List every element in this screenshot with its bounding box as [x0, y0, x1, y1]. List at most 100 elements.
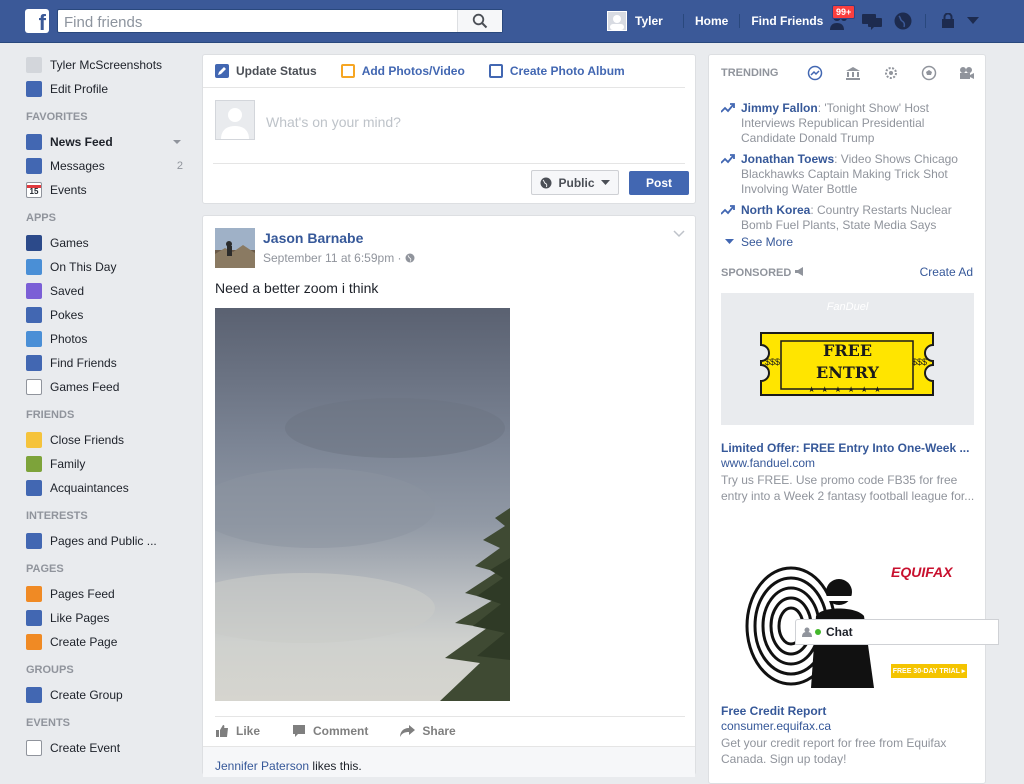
author-avatar[interactable] [215, 228, 255, 268]
sidebar-item-photos[interactable]: Photos [26, 327, 191, 351]
privacy-selector[interactable]: Public [531, 170, 619, 195]
chat-bar[interactable]: Chat [795, 619, 999, 645]
sidebar-item-games[interactable]: Games [26, 231, 191, 255]
sidebar-item-like-pages[interactable]: Like Pages [26, 606, 191, 630]
sidebar-item-saved[interactable]: Saved [26, 279, 191, 303]
comment-button[interactable]: Comment [292, 724, 368, 738]
sidebar-item-tyler-mcscreenshots[interactable]: Tyler McScreenshots [26, 53, 191, 77]
trending-topic: Jimmy Fallon [741, 101, 818, 115]
find-friends-icon [26, 355, 42, 371]
globe-icon[interactable] [893, 11, 913, 31]
ad-description: Get your credit report for free from Equ… [721, 736, 947, 766]
post-button[interactable]: Post [629, 171, 689, 195]
sidebar-item-family[interactable]: Family [26, 452, 191, 476]
trending-arrow-icon [721, 154, 735, 164]
sidebar-item-create-page[interactable]: Create Page [26, 630, 191, 654]
trending-top-tab[interactable] [805, 63, 825, 83]
user-name: Tyler [635, 14, 663, 28]
see-more-label: See More [741, 235, 794, 249]
privacy-lock-icon[interactable] [940, 13, 956, 29]
search-input[interactable] [58, 10, 456, 34]
trending-item[interactable]: North Korea: Country Restarts Nuclear Bo… [721, 203, 977, 233]
sidebar-item-events[interactable]: 15 Events [26, 178, 191, 202]
liker-link[interactable]: Jennifer Paterson [215, 759, 309, 773]
sponsored-heading: SPONSORED [721, 267, 805, 279]
sidebar-item-label: Create Group [50, 688, 123, 702]
status-input[interactable]: What's on your mind? [266, 114, 401, 130]
sidebar-section-heading[interactable]: EVENTS [26, 717, 191, 731]
trending-science-tab[interactable] [881, 63, 901, 83]
ad-url[interactable]: consumer.equifax.ca [721, 719, 831, 733]
sidebar-item-label: Acquaintances [50, 481, 129, 495]
sidebar-section-heading[interactable]: FAVORITES [26, 111, 191, 125]
right-column: TRENDING Jimmy Fallon: 'Tonight Show' Ho… [708, 54, 986, 784]
user-profile-link[interactable]: Tyler [607, 0, 663, 42]
pokes-icon [26, 307, 42, 323]
sidebar-item-acquaintances[interactable]: Acquaintances [26, 476, 191, 500]
photo-icon [340, 64, 355, 78]
sidebar-item-edit-profile[interactable]: Edit Profile [26, 77, 191, 101]
trending-item[interactable]: Jonathan Toews: Video Shows Chicago Blac… [721, 152, 977, 197]
sidebar-item-messages[interactable]: Messages 2 [26, 154, 191, 178]
like-button[interactable]: Like [215, 724, 260, 738]
share-button[interactable]: Share [400, 724, 456, 738]
find-friends-link[interactable]: Find Friends [751, 14, 823, 28]
sidebar-item-create-event[interactable]: Create Event [26, 736, 191, 760]
sidebar-item-on-this-day[interactable]: On This Day [26, 255, 191, 279]
trending-item[interactable]: Jimmy Fallon: 'Tonight Show' Host Interv… [721, 101, 977, 146]
facebook-logo[interactable]: f [25, 9, 49, 35]
see-more-link[interactable]: See More [725, 235, 793, 249]
sidebar-section-heading[interactable]: INTERESTS [26, 510, 191, 524]
home-link[interactable]: Home [695, 14, 728, 28]
sidebar-item-create-group[interactable]: Create Group [26, 683, 191, 707]
sidebar-section-heading[interactable]: PAGES [26, 563, 191, 577]
post-author[interactable]: Jason Barnabe [263, 230, 363, 246]
left-sidebar: Tyler McScreenshots Edit Profile FAVORITES… [26, 53, 191, 760]
trending-entertainment-tab[interactable] [957, 63, 977, 83]
sidebar-item-label: Events [50, 183, 87, 197]
ad-url[interactable]: www.fanduel.com [721, 456, 815, 470]
post-options-chevron-icon[interactable] [673, 230, 685, 238]
like-pages-icon [26, 610, 42, 626]
ad-title[interactable]: Limited Offer: FREE Entry Into One-Week … [721, 441, 975, 455]
globe-icon [540, 177, 552, 188]
messages-icon[interactable] [861, 11, 883, 31]
post-text: Need a better zoom i think [215, 280, 379, 296]
sidebar-item-close-friends[interactable]: Close Friends [26, 428, 191, 452]
sidebar-item-pages-feed[interactable]: Pages Feed [26, 582, 191, 606]
sidebar-item-games-feed[interactable]: Games Feed [26, 375, 191, 399]
sidebar-section-heading[interactable]: FRIENDS [26, 409, 191, 423]
fanduel-ad-image[interactable]: FanDuel $$$ $$$ FREE ENTRY ★★★★★★ [721, 293, 974, 425]
sidebar-item-label: On This Day [50, 260, 117, 274]
sidebar-item-label: Tyler McScreenshots [50, 58, 163, 72]
sidebar-item-news-feed[interactable]: News Feed [26, 130, 191, 154]
trending-politics-tab[interactable] [843, 63, 863, 83]
account-menu-chevron-icon[interactable] [967, 17, 979, 25]
sidebar-item-find-friends[interactable]: Find Friends [26, 351, 191, 375]
ad-title[interactable]: Free Credit Report [721, 704, 975, 718]
tab-update-status[interactable]: Update Status [215, 64, 317, 78]
user-avatar [607, 11, 627, 31]
comment-icon [293, 725, 306, 737]
sidebar-section-heading[interactable]: GROUPS [26, 664, 191, 678]
trending-heading: TRENDING [721, 67, 779, 79]
chevron-down-icon [600, 179, 610, 185]
sidebar-item-pages-and-public[interactable]: Pages and Public ... [26, 529, 191, 553]
trending-sports-tab[interactable] [919, 63, 939, 83]
composer-tabs: Update Status Add Photos/Video Create Ph… [203, 55, 685, 88]
create-ad-link[interactable]: Create Ad [920, 265, 973, 279]
create-page-icon [26, 634, 42, 650]
post-timestamp[interactable]: September 11 at 6:59pm · [263, 251, 415, 265]
chevron-down-icon[interactable] [173, 140, 181, 144]
pencil-icon [26, 81, 42, 97]
post-photo[interactable] [215, 308, 510, 701]
tab-add-photos-video[interactable]: Add Photos/Video [340, 64, 465, 78]
top-bar: f Tyler Home Find Friends 99+ [0, 0, 1024, 43]
tab-create-photo-album[interactable]: Create Photo Album [488, 64, 625, 78]
sidebar-item-pokes[interactable]: Pokes [26, 303, 191, 327]
sidebar-section-heading[interactable]: APPS [26, 212, 191, 226]
trending-arrow-icon [721, 103, 735, 113]
messages-icon [26, 158, 42, 174]
search-button[interactable] [457, 10, 502, 32]
notification-badge: 99+ [832, 5, 856, 19]
